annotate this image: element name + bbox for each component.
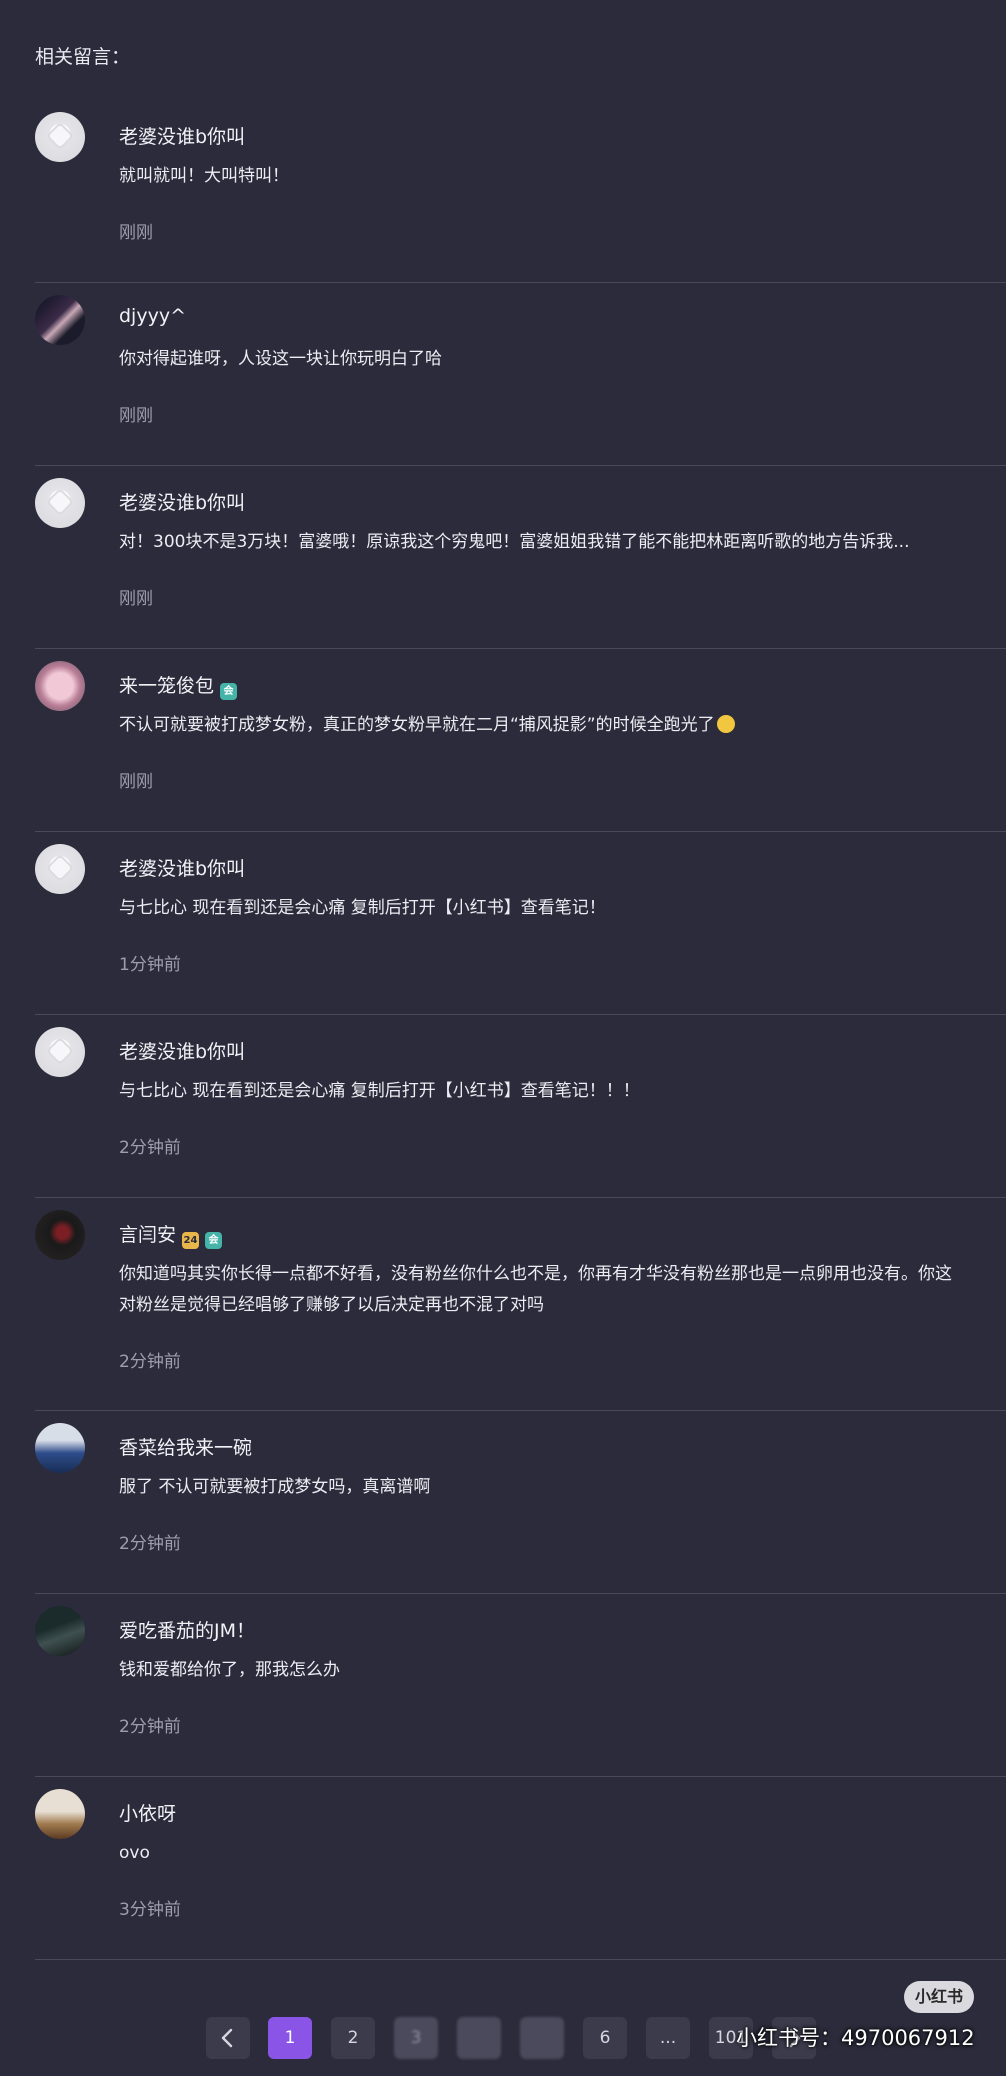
comment-item: djyyy^ 你对得起谁呀，人设这一块让你玩明白了哈 刚刚 — [0, 283, 1006, 466]
pink-bear-avatar[interactable] — [35, 661, 85, 711]
comment-time: 2分钟前 — [119, 1352, 181, 1372]
ellipsis-button[interactable]: ... — [646, 2017, 690, 2059]
comment-author[interactable]: 老婆没谁b你叫 — [119, 122, 245, 149]
page-button[interactable] — [457, 2017, 501, 2059]
comment-text: 你知道吗其实你长得一点都不好看，没有粉丝你什么也不是，你再有才华没有粉丝那也是一… — [119, 1264, 952, 1315]
comment-text: 就叫就叫！大叫特叫！ — [119, 166, 289, 186]
blue-photo-avatar[interactable] — [35, 1423, 85, 1473]
comment-time: 刚刚 — [119, 772, 153, 792]
comment-text: ovo — [119, 1843, 150, 1863]
default-avatar[interactable] — [35, 478, 85, 528]
comment-time: 刚刚 — [119, 589, 153, 609]
comment-item: 言闫安 24 会 你知道吗其实你长得一点都不好看，没有粉丝你什么也不是，你再有才华没… — [0, 1198, 1006, 1411]
level-badge-icon: 24 — [182, 1232, 200, 1249]
comment-text: 你对得起谁呀，人设这一块让你玩明白了哈 — [119, 349, 442, 369]
member-badge-icon: 会 — [220, 683, 238, 700]
comment-text: 钱和爱都给你了，那我怎么办 — [119, 1660, 340, 1680]
comment-time: 刚刚 — [119, 223, 153, 243]
smile-emoji-icon — [716, 715, 735, 733]
comment-list: 老婆没谁b你叫 就叫就叫！大叫特叫！ 刚刚 djyyy^ 你对得起谁呀，人设这一… — [0, 100, 1006, 1960]
comment-author[interactable]: 香菜给我来一碗 — [119, 1433, 252, 1460]
tan-photo-avatar[interactable] — [35, 1789, 85, 1839]
comment-author[interactable]: 老婆没谁b你叫 — [119, 1037, 245, 1064]
page-button[interactable] — [520, 2017, 564, 2059]
comment-time: 2分钟前 — [119, 1534, 181, 1554]
comment-time: 刚刚 — [119, 406, 153, 426]
dim-photo-avatar[interactable] — [35, 1606, 85, 1656]
page-button[interactable]: 6 — [583, 2017, 627, 2059]
comment-time: 2分钟前 — [119, 1138, 181, 1158]
dark-photo-avatar[interactable] — [35, 1210, 85, 1260]
comment-author[interactable]: 老婆没谁b你叫 — [119, 854, 245, 881]
comment-item: 老婆没谁b你叫 与七比心 现在看到还是会心痛 复制后打开【小红书】查看笔记！ 1… — [0, 832, 1006, 1015]
girl-photo-avatar[interactable] — [35, 295, 85, 345]
chevron-left-icon — [221, 2028, 233, 2048]
xiaohongshu-id-watermark: 小红书号：4970067912 — [736, 2026, 975, 2050]
comment-time: 1分钟前 — [119, 955, 181, 975]
comment-item: 爱吃番茄的JM！ 钱和爱都给你了，那我怎么办 2分钟前 — [0, 1594, 1006, 1777]
page-button[interactable]: 1 — [268, 2017, 312, 2059]
comment-text: 服了 不认可就要被打成梦女吗，真离谱啊 — [119, 1477, 431, 1497]
prev-page-button[interactable] — [206, 2017, 250, 2059]
comment-text: 不认可就要被打成梦女粉，真正的梦女粉早就在二月“捕风捉影”的时候全跑光了 — [119, 710, 1006, 741]
section-title: 相关留言： — [35, 46, 131, 68]
comment-text: 对！300块不是3万块！富婆哦！原谅我这个穷鬼吧！富婆姐姐我错了能不能把林距离听… — [119, 532, 910, 552]
comment-author[interactable]: 言闫安 24 会 — [119, 1220, 223, 1249]
comment-item: 老婆没谁b你叫 对！300块不是3万块！富婆哦！原谅我这个穷鬼吧！富婆姐姐我错了… — [0, 466, 1006, 649]
comment-author[interactable]: 小依呀 — [119, 1799, 176, 1826]
comment-item: 小依呀 ovo 3分钟前 — [0, 1777, 1006, 1960]
comment-time: 3分钟前 — [119, 1900, 181, 1920]
comment-item: 香菜给我来一碗 服了 不认可就要被打成梦女吗，真离谱啊 2分钟前 — [0, 1411, 1006, 1594]
comment-text: 与七比心 现在看到还是会心痛 复制后打开【小红书】查看笔记！ — [119, 898, 606, 918]
default-avatar[interactable] — [35, 112, 85, 162]
comment-item: 来一笼俊包会 不认可就要被打成梦女粉，真正的梦女粉早就在二月“捕风捉影”的时候全… — [0, 649, 1006, 832]
comment-author[interactable]: djyyy^ — [119, 305, 186, 327]
default-avatar[interactable] — [35, 844, 85, 894]
comment-author[interactable]: 爱吃番茄的JM！ — [119, 1616, 255, 1643]
comment-item: 老婆没谁b你叫 就叫就叫！大叫特叫！ 刚刚 — [0, 100, 1006, 283]
xiaohongshu-logo: 小红书 — [904, 1981, 974, 2013]
page-button[interactable]: 3 — [394, 2017, 438, 2059]
comment-text: 与七比心 现在看到还是会心痛 复制后打开【小红书】查看笔记！！！ — [119, 1081, 640, 1101]
member-badge-icon: 会 — [205, 1232, 223, 1249]
default-avatar[interactable] — [35, 1027, 85, 1077]
comment-author[interactable]: 老婆没谁b你叫 — [119, 488, 245, 515]
page-button[interactable]: 2 — [331, 2017, 375, 2059]
divider — [35, 1959, 1006, 1960]
comment-time: 2分钟前 — [119, 1717, 181, 1737]
comment-item: 老婆没谁b你叫 与七比心 现在看到还是会心痛 复制后打开【小红书】查看笔记！！！… — [0, 1015, 1006, 1198]
comment-author[interactable]: 来一笼俊包会 — [119, 671, 238, 700]
